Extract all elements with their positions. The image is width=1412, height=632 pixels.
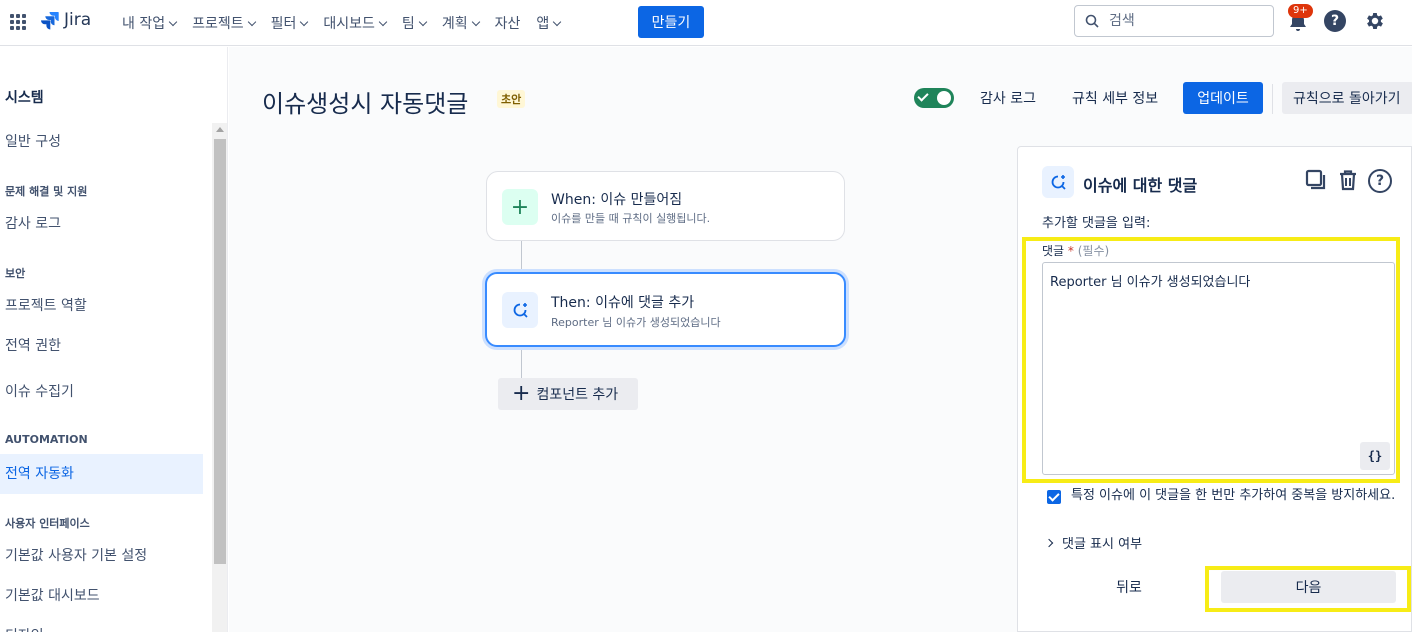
nav-menu-item[interactable]: 내 작업 — [122, 12, 178, 34]
jira-logo-icon — [41, 12, 59, 30]
create-button[interactable]: 만들기 — [638, 6, 704, 38]
trash-icon[interactable] — [1336, 168, 1360, 192]
duplicate-icon[interactable] — [1304, 168, 1328, 192]
sidebar-item[interactable]: 기본값 사용자 기본 설정 — [5, 545, 147, 565]
checkbox-label: 특정 이슈에 이 댓글을 한 번만 추가하여 중복을 방지하세요. — [1071, 488, 1396, 503]
page-title: 이슈생성시 자동댓글 — [262, 90, 469, 118]
sidebar-item[interactable]: 프로젝트 역할 — [5, 295, 87, 315]
nav-menu-label: 필터 — [270, 16, 297, 32]
sidebar-section-heading: 보안 — [5, 267, 26, 280]
trigger-subtitle: 이슈를 만들 때 규칙이 실행됩니다. — [551, 212, 711, 225]
comment-icon — [502, 292, 538, 328]
trigger-title: When: 이슈 만들어짐 — [551, 192, 683, 208]
add-component-label: 컴포넌트 추가 — [536, 387, 619, 403]
highlight-box — [1205, 566, 1411, 612]
sidebar-section-heading: 문제 해결 및 지원 — [5, 185, 88, 198]
sidebar-scroll-thumb[interactable] — [214, 139, 226, 564]
action-title: Then: 이슈에 댓글 추가 — [551, 295, 695, 311]
visibility-label: 댓글 표시 여부 — [1062, 537, 1143, 552]
settings-gear-icon[interactable] — [1364, 10, 1386, 32]
nav-menu-item[interactable]: 필터 — [270, 12, 309, 34]
logo-text: Jira — [64, 10, 92, 30]
flow-connector — [521, 241, 522, 272]
sidebar-section-heading: AUTOMATION — [5, 433, 88, 446]
chevron-down-icon — [300, 17, 309, 26]
app-switcher-icon[interactable] — [10, 14, 26, 30]
nav-menu-label: 내 작업 — [122, 16, 166, 32]
plus-icon: + — [512, 381, 531, 406]
sidebar-item[interactable]: 디자인 — [5, 625, 44, 632]
rule-details-link[interactable]: 규칙 세부 정보 — [1072, 88, 1158, 108]
prevent-duplicate-checkbox[interactable] — [1047, 490, 1061, 504]
help-icon[interactable]: ? — [1324, 10, 1346, 32]
comment-visibility-toggle[interactable]: 댓글 표시 여부 — [1044, 533, 1142, 552]
back-to-rules-button[interactable]: 규칙으로 돌아가기 — [1282, 82, 1412, 114]
search-input[interactable] — [1109, 13, 1259, 29]
check-icon — [917, 90, 929, 102]
nav-menu-item[interactable]: 계획 — [441, 12, 480, 34]
chevron-down-icon — [471, 17, 480, 26]
update-button[interactable]: 업데이트 — [1183, 82, 1263, 114]
nav-menu-item[interactable]: 앱 — [536, 12, 562, 34]
nav-menu-item[interactable]: 자산 — [495, 12, 521, 34]
notification-badge: 9+ — [1288, 4, 1313, 18]
nav-menu-item[interactable]: 대시보드 — [323, 12, 388, 34]
chevron-right-icon — [1044, 538, 1054, 547]
chevron-down-icon — [552, 17, 562, 26]
panel-title: 이슈에 대한 댓글 — [1083, 176, 1198, 195]
add-component-button[interactable]: + 컴포넌트 추가 — [498, 378, 638, 410]
help-icon[interactable]: ? — [1368, 169, 1392, 193]
nav-menu-label: 팀 — [401, 16, 415, 32]
sidebar-item[interactable]: 이슈 수집기 — [5, 381, 74, 401]
sidebar-item[interactable]: 감사 로그 — [5, 213, 61, 233]
status-badge: 초안 — [497, 90, 526, 108]
header-divider — [1272, 84, 1273, 114]
comment-icon — [1042, 166, 1074, 198]
scroll-up-arrow-icon[interactable] — [216, 127, 224, 132]
audit-log-link[interactable]: 감사 로그 — [980, 88, 1036, 108]
trigger-card[interactable]: + When: 이슈 만들어짐 이슈를 만들 때 규칙이 실행됩니다. — [486, 171, 845, 241]
nav-menu-label: 계획 — [441, 16, 468, 32]
plus-icon: + — [502, 189, 538, 225]
chevron-down-icon — [168, 17, 178, 26]
highlight-box — [1022, 237, 1400, 483]
top-navigation: Jira 내 작업 프로젝트 필터 대시보드 팀 계획 자산 앱 만들기 9+ ? — [0, 0, 1412, 46]
toggle-knob — [937, 91, 951, 105]
chevron-down-icon — [247, 17, 256, 26]
sidebar-item[interactable]: 전역 권한 — [5, 335, 61, 355]
rule-enabled-toggle[interactable] — [914, 88, 954, 108]
nav-menu-label: 대시보드 — [323, 16, 375, 32]
sidebar-item[interactable]: 기본값 대시보드 — [5, 585, 100, 605]
nav-menu-item[interactable]: 팀 — [401, 12, 428, 34]
sidebar-title: 시스템 — [5, 90, 44, 106]
sidebar: 시스템 일반 구성문제 해결 및 지원감사 로그보안프로젝트 역할전역 권한이슈… — [0, 47, 228, 632]
sidebar-section-heading: 사용자 인터페이스 — [5, 517, 90, 530]
back-button[interactable]: 뒤로 — [1092, 571, 1166, 603]
action-card[interactable]: Then: 이슈에 댓글 추가 Reporter 님 이슈가 생성되었습니다 — [485, 272, 846, 347]
nav-menu-item[interactable]: 프로젝트 — [192, 12, 256, 34]
flow-connector — [521, 347, 522, 378]
jira-logo[interactable]: Jira — [40, 10, 91, 30]
chevron-down-icon — [378, 17, 388, 26]
search-box[interactable] — [1074, 5, 1274, 37]
chevron-down-icon — [418, 17, 428, 26]
nav-menu-label: 앱 — [536, 16, 550, 32]
search-icon — [1085, 14, 1099, 28]
panel-description: 추가할 댓글을 입력: — [1042, 216, 1151, 231]
nav-menu-label: 프로젝트 — [192, 16, 244, 32]
nav-menu-label: 자산 — [494, 16, 521, 32]
action-subtitle: Reporter 님 이슈가 생성되었습니다 — [551, 316, 721, 329]
sidebar-item[interactable]: 전역 자동화 — [5, 463, 74, 483]
main-menu: 내 작업 프로젝트 필터 대시보드 팀 계획 자산 앱 — [122, 12, 576, 34]
sidebar-item[interactable]: 일반 구성 — [5, 131, 61, 151]
